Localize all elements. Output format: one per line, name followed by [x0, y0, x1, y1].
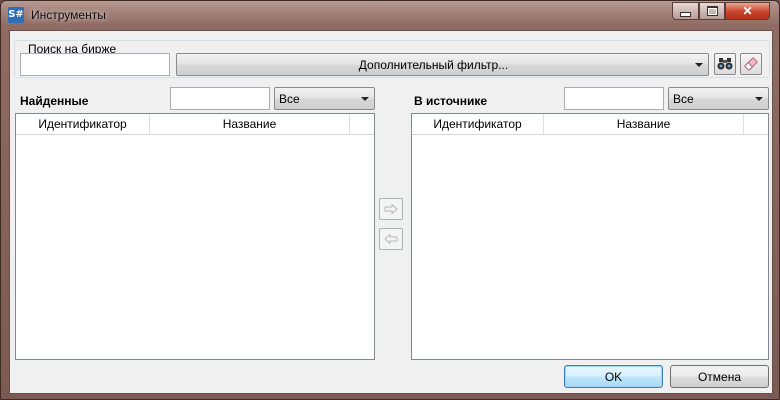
cancel-button[interactable]: Отмена	[670, 365, 769, 388]
chevron-down-icon	[695, 62, 703, 67]
additional-filter-label: Дополнительный фильтр...	[358, 57, 509, 72]
chevron-down-icon	[361, 96, 369, 101]
found-filter-input[interactable]	[170, 87, 270, 110]
ok-button[interactable]: OK	[564, 365, 663, 388]
source-type-select[interactable]: Все	[668, 87, 769, 110]
eraser-icon	[744, 57, 758, 71]
minimize-icon	[680, 11, 691, 17]
source-type-value: Все	[673, 91, 694, 106]
close-button[interactable]: ✕	[725, 2, 770, 20]
close-icon: ✕	[742, 4, 753, 18]
source-grid[interactable]: Идентификатор Название	[411, 113, 769, 360]
add-to-source-button[interactable]	[379, 198, 403, 220]
clear-button[interactable]	[740, 53, 762, 75]
title-bar[interactable]: S# Инструменты ✕	[1, 1, 779, 30]
app-icon: S#	[8, 7, 24, 23]
exchange-search-input[interactable]	[20, 53, 170, 76]
chevron-down-icon	[755, 96, 763, 101]
minimize-button[interactable]	[672, 2, 699, 20]
found-label: Найденные	[20, 94, 89, 108]
found-type-select[interactable]: Все	[274, 87, 375, 110]
found-grid-header: Идентификатор Название	[16, 114, 374, 135]
dialog-content: Поиск на бирже Дополнительный фильтр...	[9, 30, 773, 394]
arrow-right-icon	[384, 204, 398, 214]
source-col-name[interactable]: Название	[544, 114, 744, 134]
source-col-identifier[interactable]: Идентификатор	[412, 114, 544, 134]
remove-from-source-button[interactable]	[379, 228, 403, 250]
additional-filter-combo[interactable]: Дополнительный фильтр...	[176, 53, 709, 76]
found-col-name[interactable]: Название	[150, 114, 350, 134]
source-label: В источнике	[414, 94, 488, 108]
binoculars-icon	[717, 58, 733, 70]
found-grid[interactable]: Идентификатор Название	[15, 113, 375, 360]
found-col-identifier[interactable]: Идентификатор	[16, 114, 150, 134]
found-type-value: Все	[279, 91, 300, 106]
find-button[interactable]	[714, 53, 736, 75]
maximize-button[interactable]	[699, 2, 725, 20]
dialog-window: S# Инструменты ✕ Поиск на бирже Дополнит…	[0, 0, 780, 400]
maximize-icon	[706, 6, 718, 16]
arrow-left-icon	[384, 234, 398, 244]
window-title: Инструменты	[31, 8, 106, 22]
source-filter-input[interactable]	[564, 87, 664, 110]
source-grid-header: Идентификатор Название	[412, 114, 768, 135]
